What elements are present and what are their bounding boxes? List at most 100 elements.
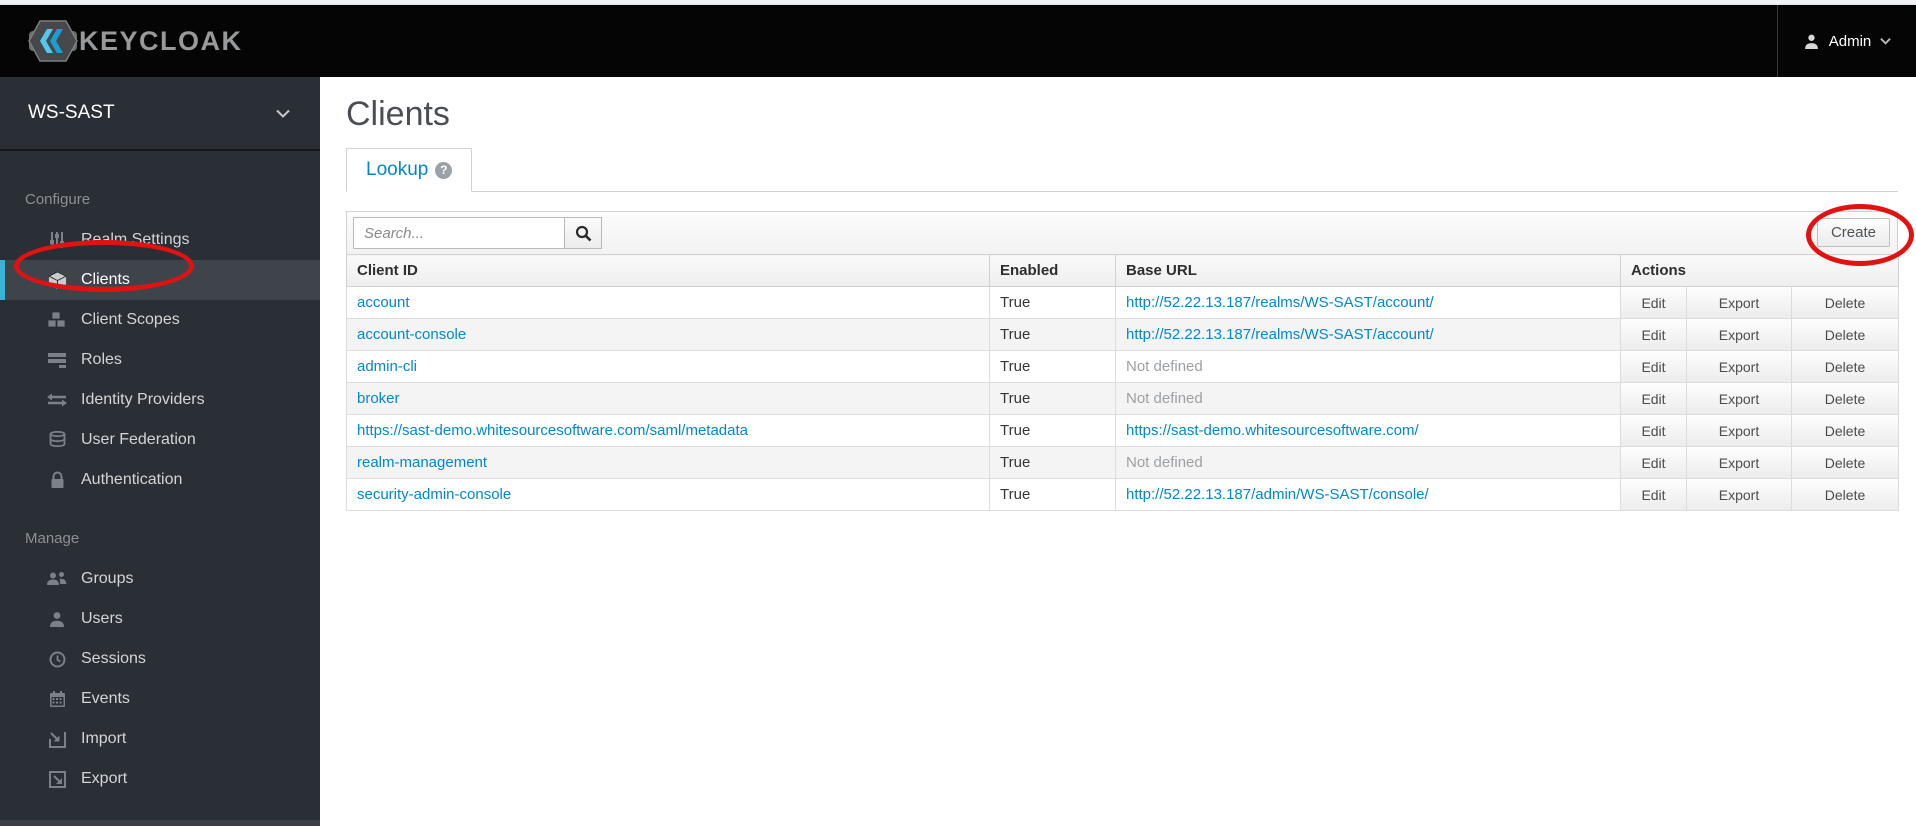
delete-button[interactable]: Delete: [1792, 319, 1899, 350]
sidebar-item-user-federation[interactable]: User Federation: [0, 420, 320, 460]
sidebar-item-label: Import: [81, 730, 127, 747]
table-row: https://sast-demo.whitesourcesoftware.co…: [346, 414, 1900, 447]
column-header-client-id: Client ID: [346, 254, 990, 287]
sidebar-item-import[interactable]: Import: [0, 719, 320, 759]
sidebar-item-authentication[interactable]: Authentication: [0, 460, 320, 500]
sidebar-item-label: Authentication: [81, 471, 183, 488]
client-id-link[interactable]: realm-management: [357, 454, 487, 471]
search-group: [353, 217, 602, 249]
sidebar-item-label: Groups: [81, 570, 134, 587]
enabled-cell: True: [989, 478, 1116, 511]
delete-button[interactable]: Delete: [1792, 415, 1899, 446]
sidebar-item-users[interactable]: Users: [0, 599, 320, 639]
sidebar-item-export[interactable]: Export: [0, 759, 320, 799]
tab-bar: Lookup ?: [346, 148, 1898, 192]
export-button[interactable]: Export: [1687, 447, 1791, 478]
enabled-cell: True: [989, 350, 1116, 383]
edit-button[interactable]: Edit: [1621, 319, 1686, 350]
base-url-link[interactable]: https://sast-demo.whitesourcesoftware.co…: [1126, 422, 1419, 439]
list-icon: [46, 352, 68, 368]
import-icon: [46, 731, 68, 748]
export-button[interactable]: Export: [1687, 351, 1791, 382]
sidebar-item-label: Clients: [81, 271, 130, 288]
database-icon: [46, 431, 68, 449]
client-id-link[interactable]: security-admin-console: [357, 486, 511, 503]
table-row: account True http://52.22.13.187/realms/WS…: [346, 286, 1900, 319]
table-toolbar: Create: [346, 211, 1898, 254]
sidebar-item-label: Events: [81, 690, 130, 707]
sidebar-item-identity-providers[interactable]: Identity Providers: [0, 380, 320, 420]
delete-button[interactable]: Delete: [1792, 287, 1899, 318]
client-id-link[interactable]: account: [357, 294, 410, 311]
keycloak-logo: KEYCLOAK: [27, 19, 243, 63]
help-icon[interactable]: ?: [435, 161, 453, 179]
enabled-cell: True: [989, 414, 1116, 447]
sidebar-item-groups[interactable]: Groups: [0, 559, 320, 599]
enabled-cell: True: [989, 382, 1116, 415]
cube-icon: [46, 270, 68, 290]
edit-button[interactable]: Edit: [1621, 383, 1686, 414]
enabled-cell: True: [989, 286, 1116, 319]
export-button[interactable]: Export: [1687, 383, 1791, 414]
sidebar-section-label: Configure: [25, 191, 91, 208]
page-title: Clients: [346, 95, 450, 133]
realm-selector[interactable]: WS-SAST: [0, 77, 320, 151]
edit-button[interactable]: Edit: [1621, 479, 1686, 510]
sidebar-item-clients[interactable]: Clients: [0, 260, 320, 300]
cubes-icon: [46, 311, 68, 329]
chevron-down-icon: [1880, 38, 1891, 45]
client-id-link[interactable]: admin-cli: [357, 358, 417, 375]
sidebar-item-label: User Federation: [81, 431, 196, 448]
sidebar-item-label: Export: [81, 770, 128, 787]
base-url-text: Not defined: [1126, 454, 1203, 471]
edit-button[interactable]: Edit: [1621, 287, 1686, 318]
create-button[interactable]: Create: [1816, 218, 1890, 247]
user-icon: [46, 611, 68, 628]
tab-label: Lookup: [366, 159, 429, 180]
sidebar: WS-SAST Configure Realm Settings Clients Cl…: [0, 77, 320, 826]
clients-table: Client ID Enabled Base URL Actions accou…: [346, 254, 1900, 511]
export-button[interactable]: Export: [1687, 319, 1791, 350]
sidebar-item-client-scopes[interactable]: Client Scopes: [0, 300, 320, 340]
sidebar-item-sessions[interactable]: Sessions: [0, 639, 320, 679]
user-menu[interactable]: Admin: [1777, 5, 1916, 77]
delete-button[interactable]: Delete: [1792, 447, 1899, 478]
sidebar-item-label: Sessions: [81, 650, 146, 667]
edit-button[interactable]: Edit: [1621, 447, 1686, 478]
client-id-link[interactable]: account-console: [357, 326, 466, 343]
export-button[interactable]: Export: [1687, 479, 1791, 510]
exchange-arrows-icon: [46, 393, 68, 407]
delete-button[interactable]: Delete: [1792, 383, 1899, 414]
sidebar-item-roles[interactable]: Roles: [0, 340, 320, 380]
sliders-icon: [46, 231, 68, 249]
user-icon: [1804, 34, 1818, 49]
client-id-link[interactable]: https://sast-demo.whitesourcesoftware.co…: [357, 422, 748, 439]
sidebar-item-events[interactable]: Events: [0, 679, 320, 719]
delete-button[interactable]: Delete: [1792, 351, 1899, 382]
sidebar-item-label: Roles: [81, 351, 122, 368]
lock-icon: [46, 471, 68, 489]
sidebar-item-label: Users: [81, 610, 123, 627]
tab-lookup[interactable]: Lookup ?: [346, 148, 473, 192]
base-url-link[interactable]: http://52.22.13.187/admin/WS-SAST/consol…: [1126, 486, 1429, 503]
export-button[interactable]: Export: [1687, 415, 1791, 446]
delete-button[interactable]: Delete: [1792, 479, 1899, 510]
sidebar-section-label: Manage: [25, 530, 80, 547]
table-row: account-console True http://52.22.13.187/r…: [346, 318, 1900, 351]
table-header-row: Client ID Enabled Base URL Actions: [346, 254, 1900, 287]
table-row: realm-management True Not defined Edit Expor…: [346, 446, 1900, 479]
search-button[interactable]: [564, 217, 602, 249]
edit-button[interactable]: Edit: [1621, 351, 1686, 382]
edit-button[interactable]: Edit: [1621, 415, 1686, 446]
sidebar-nav: Configure Realm Settings Clients Client Sco…: [0, 151, 320, 799]
base-url-link[interactable]: http://52.22.13.187/realms/WS-SAST/accou…: [1126, 326, 1434, 343]
table-row: broker True Not defined Edit Export Delete: [346, 382, 1900, 415]
client-id-link[interactable]: broker: [357, 390, 400, 407]
realm-name: WS-SAST: [28, 102, 115, 123]
base-url-link[interactable]: http://52.22.13.187/realms/WS-SAST/accou…: [1126, 294, 1434, 311]
sidebar-item-label: Client Scopes: [81, 311, 180, 328]
search-input[interactable]: [353, 217, 565, 249]
enabled-cell: True: [989, 446, 1116, 479]
sidebar-item-realm-settings[interactable]: Realm Settings: [0, 220, 320, 260]
export-button[interactable]: Export: [1687, 287, 1791, 318]
